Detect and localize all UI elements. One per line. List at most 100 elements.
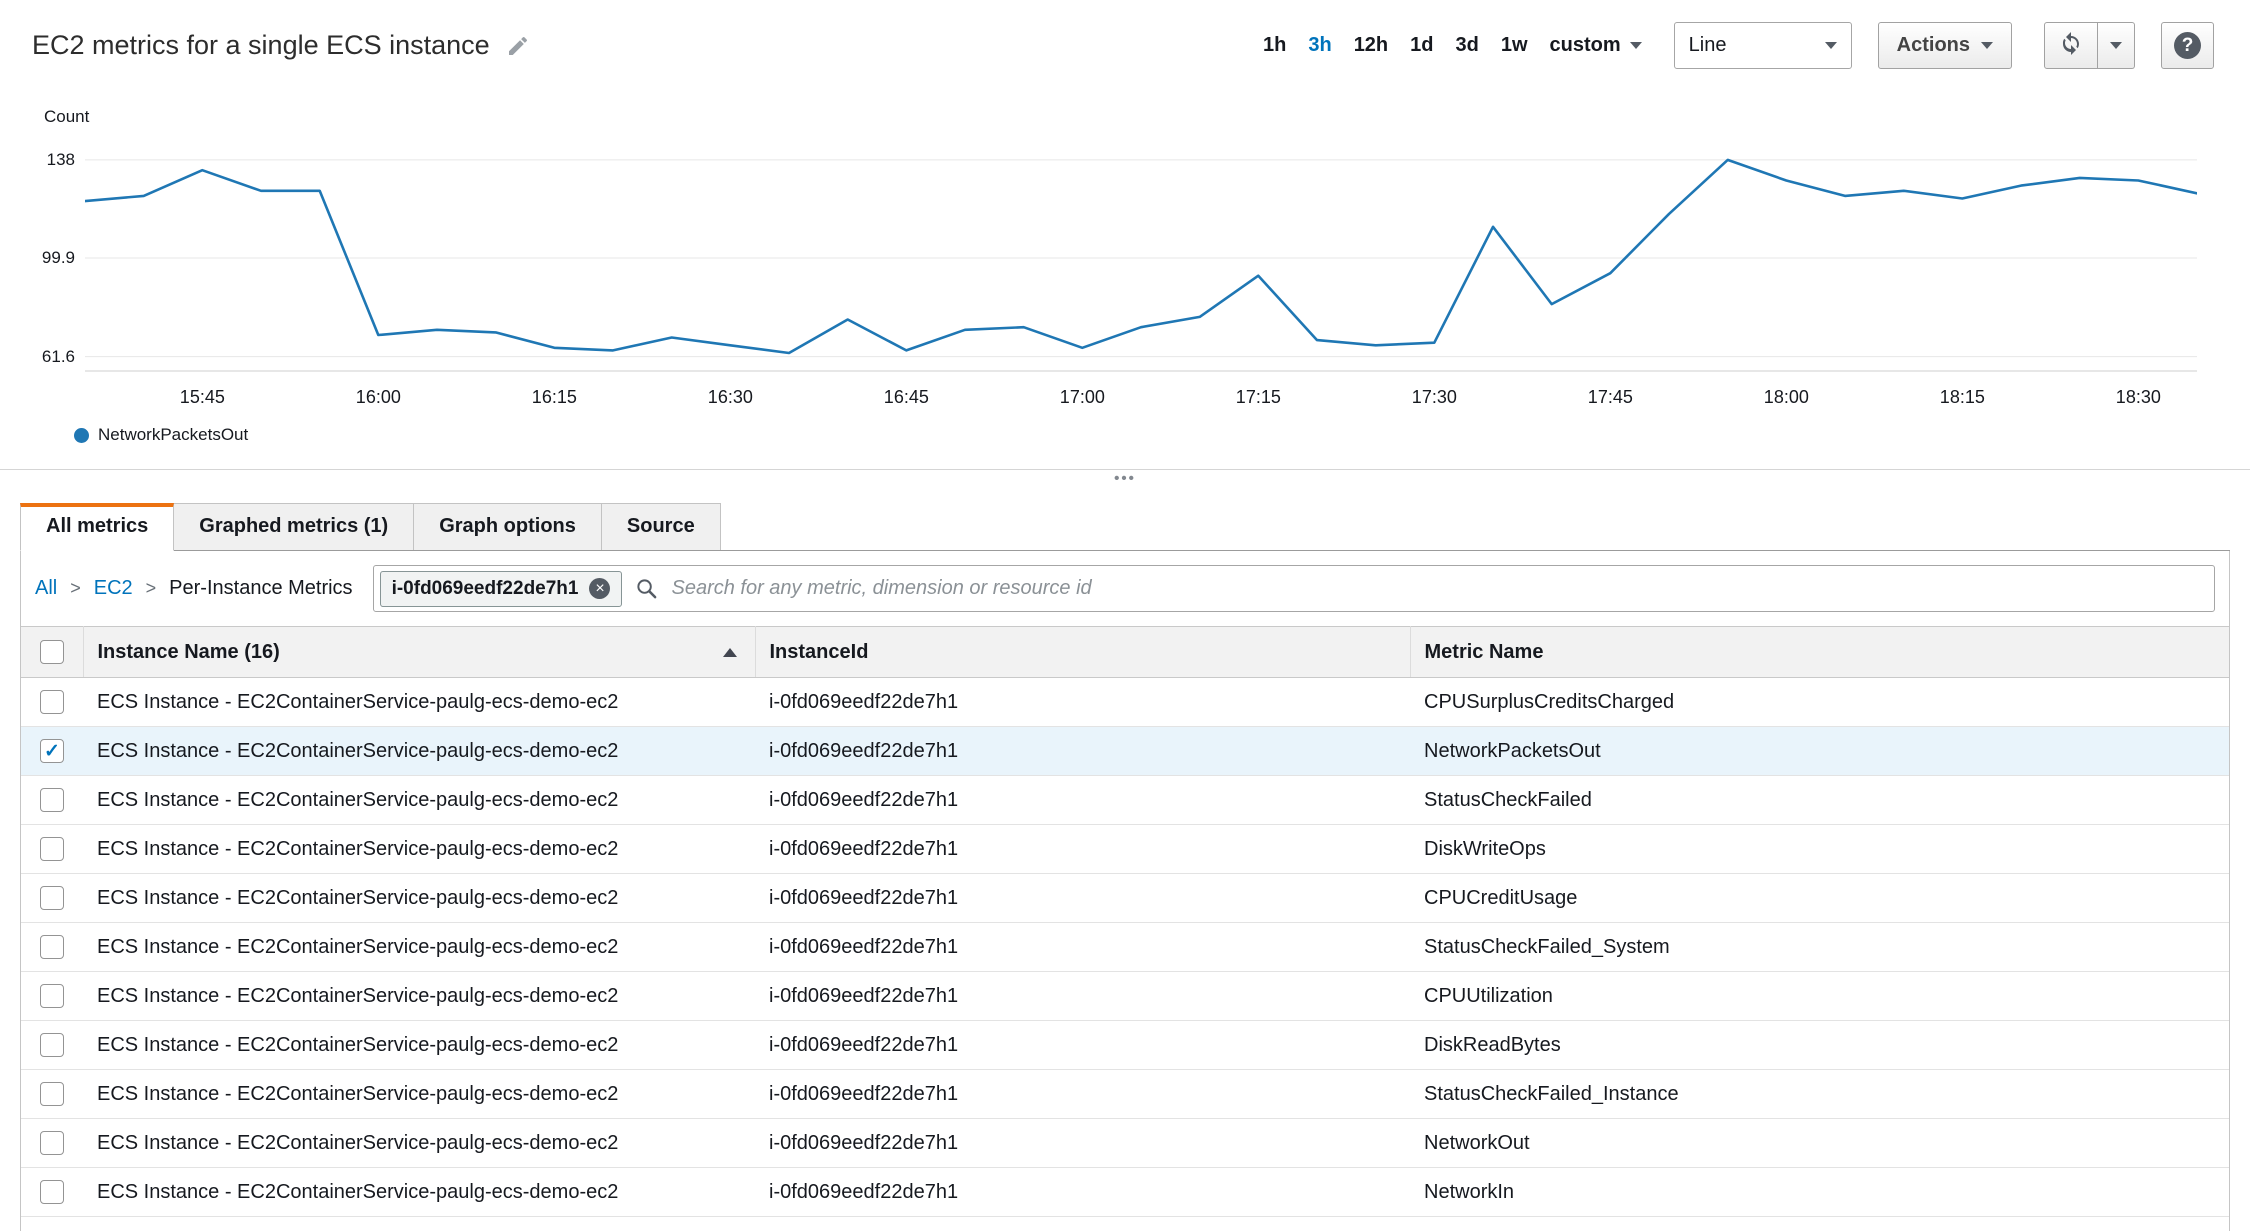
column-label: Instance Name (16) [98,641,280,664]
metric-name-cell: StatusCheckFailed [1410,776,2229,825]
row-checkbox[interactable] [40,1180,64,1204]
row-checkbox[interactable] [40,984,64,1008]
remove-filter-icon[interactable]: × [589,578,610,599]
refresh-icon [2059,31,2083,61]
row-checkbox-cell [21,1070,83,1119]
panel-resize-handle[interactable]: ••• [0,469,2250,491]
actions-button[interactable]: Actions [1878,22,2012,69]
row-checkbox[interactable]: ✓ [40,739,64,763]
filter-chip[interactable]: i-0fd069eedf22de7h1 × [380,571,623,607]
chevron-down-icon [2110,42,2122,49]
tab-all-metrics[interactable]: All metrics [20,503,174,551]
help-button[interactable]: ? [2161,22,2214,69]
time-range-3h[interactable]: 3h [1308,34,1331,57]
edit-title-icon[interactable] [506,34,530,58]
refresh-button[interactable] [2044,22,2098,69]
row-checkbox[interactable] [40,1131,64,1155]
table-row[interactable]: ECS Instance - EC2ContainerService-paulg… [21,825,2229,874]
chart-type-value: Line [1689,34,1727,57]
time-range-12h[interactable]: 12h [1354,34,1388,57]
column-header-instance-id[interactable]: InstanceId [755,627,1410,678]
breadcrumb-ec2[interactable]: EC2 [94,577,133,600]
instance-id-cell: i-0fd069eedf22de7h1 [755,1119,1410,1168]
actions-label: Actions [1897,34,1970,57]
chart-controls: 1h 3h 12h 1d 3d 1w custom Line Actions [1263,22,2214,69]
drag-handle-icon: ••• [1114,472,1136,486]
x-axis-tick: 18:30 [2116,387,2161,408]
refresh-split-button [2044,22,2135,69]
tab-graph-options[interactable]: Graph options [413,503,602,550]
y-axis-label: Count [44,107,2197,127]
table-row[interactable]: ECS Instance - EC2ContainerService-paulg… [21,1119,2229,1168]
metric-name-cell: DiskReadBytes [1410,1021,2229,1070]
row-checkbox[interactable] [40,837,64,861]
table-row[interactable]: ECS Instance - EC2ContainerService-paulg… [21,1021,2229,1070]
time-range-3d[interactable]: 3d [1456,34,1479,57]
panel-body: All>EC2>Per-Instance Metrics i-0fd069eed… [20,551,2230,1231]
row-checkbox[interactable] [40,1082,64,1106]
time-range-1w[interactable]: 1w [1501,34,1528,57]
row-checkbox-cell [21,678,83,727]
metric-name-cell: NetworkOut [1410,1119,2229,1168]
custom-time-range-dropdown[interactable]: custom [1550,34,1642,57]
metric-name-cell: StatusCheckFailed_Instance [1410,1070,2229,1119]
metrics-panel: All metricsGraphed metrics (1)Graph opti… [0,503,2250,1231]
time-range-1h[interactable]: 1h [1263,34,1286,57]
table-row[interactable]: ECS Instance - EC2ContainerService-paulg… [21,972,2229,1021]
metrics-table: Instance Name (16) InstanceId Metric Nam… [21,626,2229,1217]
table-row[interactable]: ECS Instance - EC2ContainerService-paulg… [21,1070,2229,1119]
select-all-checkbox[interactable] [40,640,64,664]
time-range-1d[interactable]: 1d [1410,34,1433,57]
table-row[interactable]: ECS Instance - EC2ContainerService-paulg… [21,1168,2229,1217]
x-axis-tick: 17:15 [1236,387,1281,408]
breadcrumb: All>EC2>Per-Instance Metrics [35,577,353,600]
chart-legend[interactable]: NetworkPacketsOut [74,425,2197,445]
x-axis-tick: 18:15 [1940,387,1985,408]
x-axis-ticks: 15:4516:0016:1516:3016:4517:0017:1517:30… [85,387,2197,417]
metrics-line-chart[interactable] [85,147,2197,379]
metrics-tabs: All metricsGraphed metrics (1)Graph opti… [20,503,2230,551]
custom-label: custom [1550,34,1621,57]
y-axis-tick: 138 [47,150,75,170]
chart-type-select[interactable]: Line [1674,22,1852,69]
x-axis-tick: 16:00 [356,387,401,408]
breadcrumb-all[interactable]: All [35,577,57,600]
x-axis-tick: 17:30 [1412,387,1457,408]
legend-marker-icon [74,428,89,443]
metrics-chart: Count 61.699.9138 15:4516:0016:1516:3016… [32,107,2197,445]
table-row[interactable]: ECS Instance - EC2ContainerService-paulg… [21,874,2229,923]
refresh-options-button[interactable] [2098,22,2135,69]
table-row[interactable]: ✓ECS Instance - EC2ContainerService-paul… [21,727,2229,776]
instance-name-cell: ECS Instance - EC2ContainerService-paulg… [83,776,755,825]
row-checkbox[interactable] [40,690,64,714]
row-checkbox[interactable] [40,886,64,910]
tab-source[interactable]: Source [601,503,721,550]
table-header-row: Instance Name (16) InstanceId Metric Nam… [21,627,2229,678]
x-axis-tick: 16:15 [532,387,577,408]
metric-search-box[interactable]: i-0fd069eedf22de7h1 × [373,565,2215,612]
time-range-selector: 1h 3h 12h 1d 3d 1w [1263,34,1528,57]
instance-id-cell: i-0fd069eedf22de7h1 [755,1168,1410,1217]
row-checkbox[interactable] [40,1033,64,1057]
search-input[interactable] [671,577,2202,600]
table-row[interactable]: ECS Instance - EC2ContainerService-paulg… [21,678,2229,727]
metric-name-cell: DiskWriteOps [1410,825,2229,874]
tab-graphed-metrics-1[interactable]: Graphed metrics (1) [173,503,414,550]
metric-name-cell: CPUCreditUsage [1410,874,2229,923]
table-row[interactable]: ECS Instance - EC2ContainerService-paulg… [21,776,2229,825]
row-checkbox[interactable] [40,788,64,812]
table-row[interactable]: ECS Instance - EC2ContainerService-paulg… [21,923,2229,972]
page-title: EC2 metrics for a single ECS instance [32,30,490,61]
instance-name-cell: ECS Instance - EC2ContainerService-paulg… [83,1119,755,1168]
x-axis-tick: 18:00 [1764,387,1809,408]
column-header-metric-name[interactable]: Metric Name [1410,627,2229,678]
row-checkbox[interactable] [40,935,64,959]
breadcrumb-separator-icon: > [146,578,157,599]
breadcrumb-separator-icon: > [70,578,81,599]
chart-plot-area[interactable] [85,147,2197,379]
row-checkbox-cell [21,825,83,874]
instance-name-cell: ECS Instance - EC2ContainerService-paulg… [83,1070,755,1119]
column-header-instance-name[interactable]: Instance Name (16) [83,627,755,678]
instance-id-cell: i-0fd069eedf22de7h1 [755,972,1410,1021]
row-checkbox-cell [21,776,83,825]
